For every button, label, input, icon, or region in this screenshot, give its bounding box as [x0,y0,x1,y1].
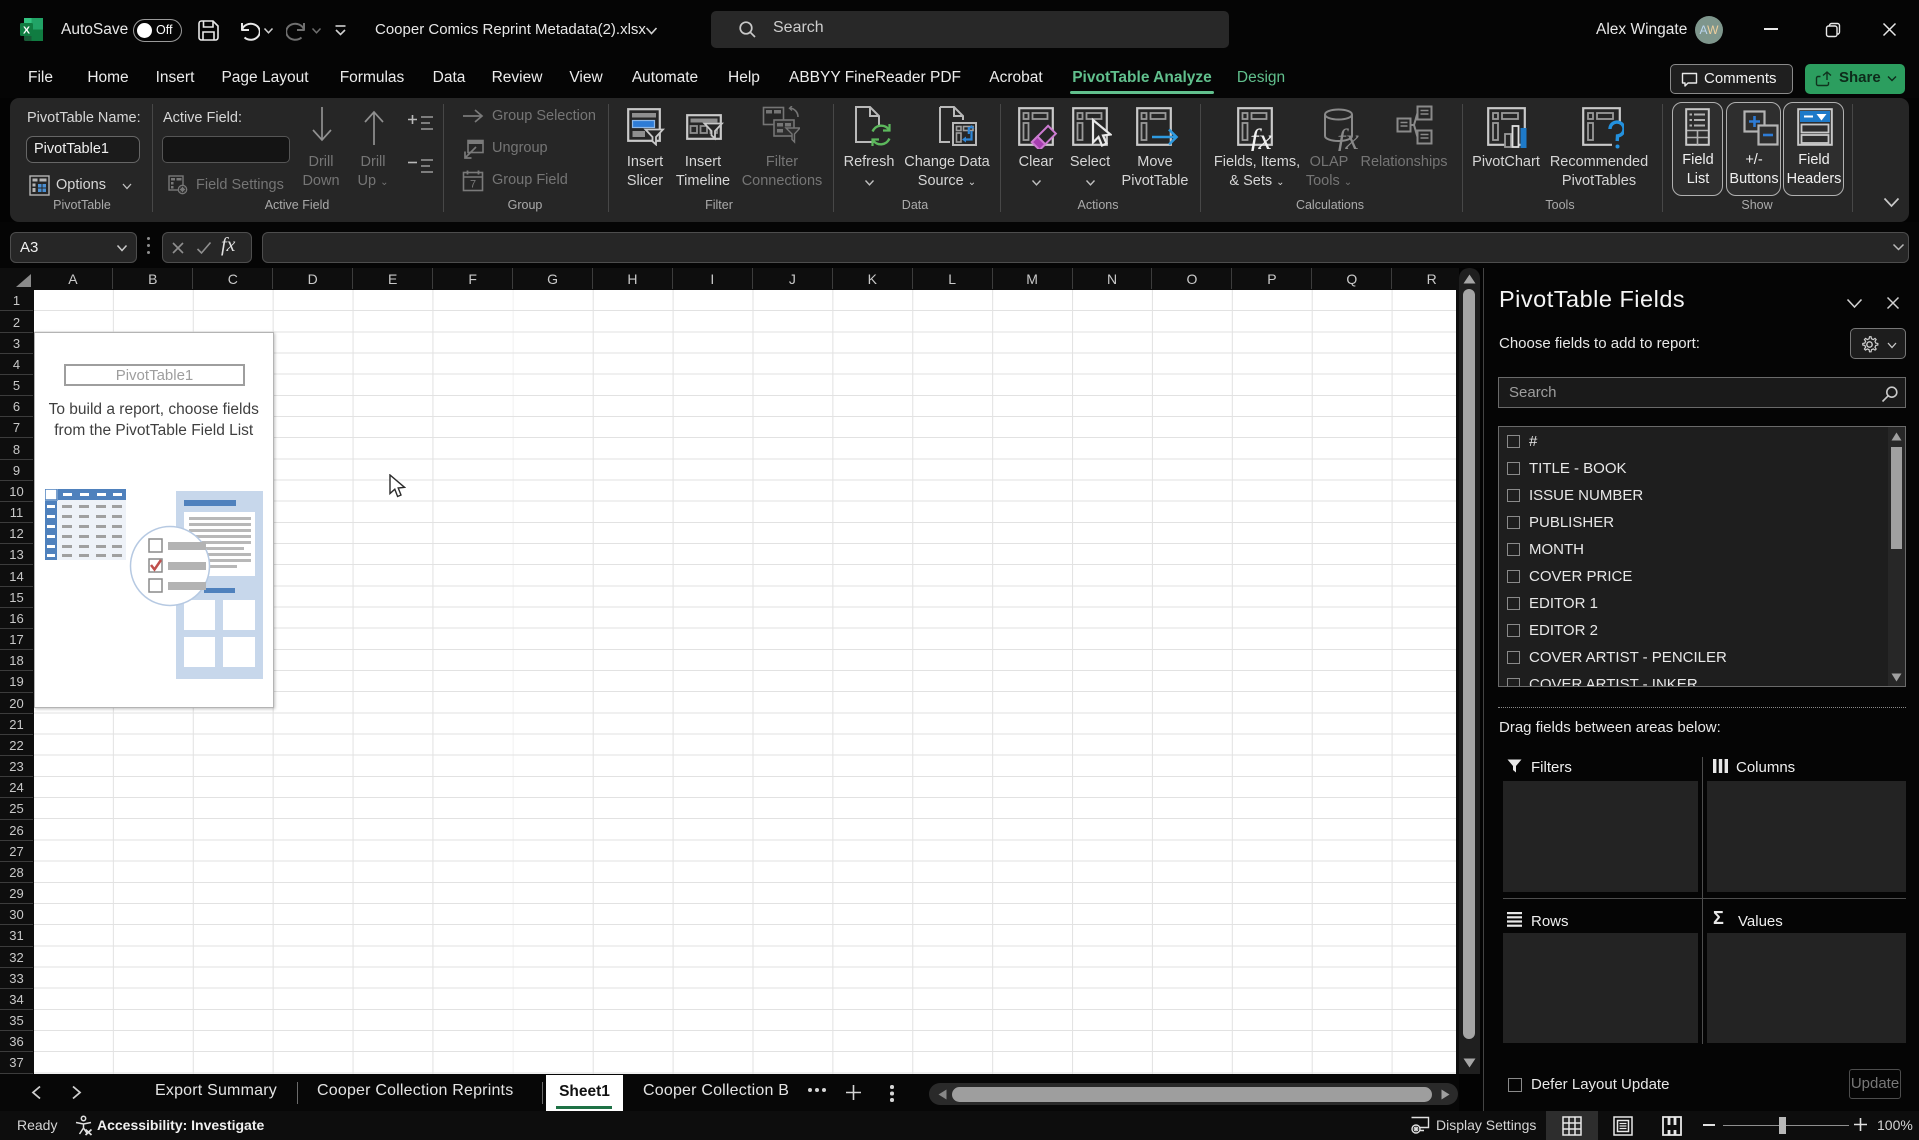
svg-text:X: X [23,25,30,37]
svg-text:fx: fx [1337,123,1359,151]
svg-text:7: 7 [470,179,476,191]
svg-text:fx: fx [1250,123,1272,151]
